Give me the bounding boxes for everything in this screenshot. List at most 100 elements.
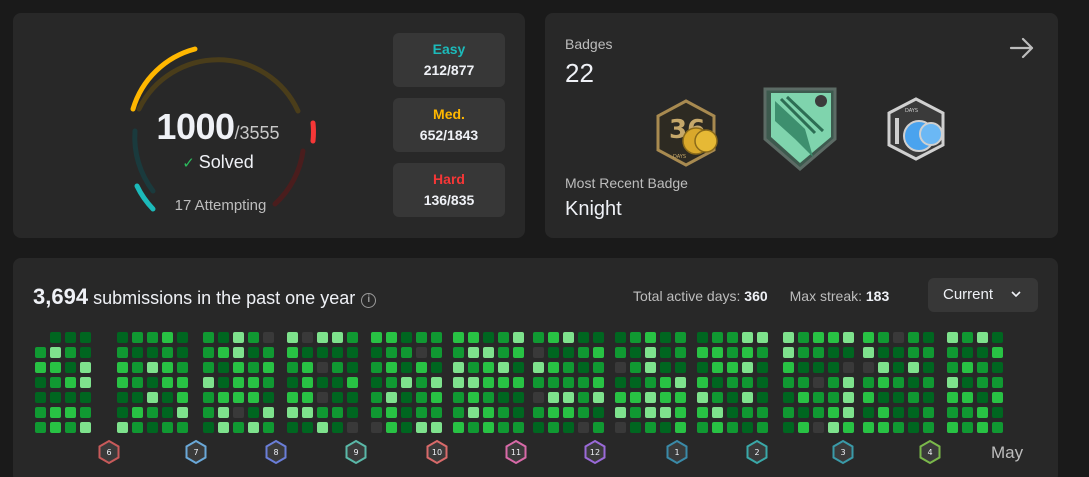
- heatmap-day[interactable]: [203, 362, 214, 373]
- heatmap-day[interactable]: [302, 392, 313, 403]
- heatmap-day[interactable]: [533, 407, 544, 418]
- heatmap-day[interactable]: [147, 407, 158, 418]
- heatmap-day[interactable]: [248, 377, 259, 388]
- heatmap-day[interactable]: [371, 332, 382, 343]
- heatmap-day[interactable]: [453, 362, 464, 373]
- heatmap-day[interactable]: [263, 377, 274, 388]
- heatmap-day[interactable]: [453, 347, 464, 358]
- heatmap-day[interactable]: [742, 392, 753, 403]
- heatmap-day[interactable]: [50, 347, 61, 358]
- heatmap-day[interactable]: [843, 407, 854, 418]
- heatmap-day[interactable]: [453, 422, 464, 433]
- heatmap-day[interactable]: [50, 362, 61, 373]
- heatmap-day[interactable]: [615, 407, 626, 418]
- heatmap-day[interactable]: [263, 332, 274, 343]
- heatmap-day[interactable]: [660, 377, 671, 388]
- heatmap-day[interactable]: [798, 377, 809, 388]
- heatmap-day[interactable]: [65, 332, 76, 343]
- heatmap-day[interactable]: [630, 392, 641, 403]
- heatmap-day[interactable]: [593, 362, 604, 373]
- heatmap-day[interactable]: [287, 377, 298, 388]
- heatmap-day[interactable]: [697, 407, 708, 418]
- heatmap-day[interactable]: [742, 362, 753, 373]
- hard-stat[interactable]: Hard 136/835: [393, 163, 505, 217]
- heatmap-day[interactable]: [828, 392, 839, 403]
- heatmap-day[interactable]: [513, 332, 524, 343]
- heatmap-day[interactable]: [416, 347, 427, 358]
- heatmap-day[interactable]: [828, 407, 839, 418]
- heatmap-day[interactable]: [468, 377, 479, 388]
- heatmap-day[interactable]: [563, 392, 574, 403]
- heatmap-day[interactable]: [660, 347, 671, 358]
- heatmap-day[interactable]: [80, 332, 91, 343]
- heatmap-day[interactable]: [431, 377, 442, 388]
- heatmap-day[interactable]: [908, 332, 919, 343]
- heatmap-day[interactable]: [302, 422, 313, 433]
- heatmap-day[interactable]: [147, 422, 158, 433]
- heatmap-day[interactable]: [660, 422, 671, 433]
- heatmap-day[interactable]: [533, 362, 544, 373]
- heatmap-day[interactable]: [483, 362, 494, 373]
- heatmap-day[interactable]: [177, 377, 188, 388]
- heatmap-day[interactable]: [35, 362, 46, 373]
- heatmap-day[interactable]: [675, 392, 686, 403]
- heatmap-day[interactable]: [828, 332, 839, 343]
- heatmap-day[interactable]: [947, 422, 958, 433]
- heatmap-day[interactable]: [992, 362, 1003, 373]
- heatmap-day[interactable]: [962, 377, 973, 388]
- heatmap-day[interactable]: [645, 422, 656, 433]
- heatmap-day[interactable]: [533, 422, 544, 433]
- heatmap-day[interactable]: [947, 377, 958, 388]
- heatmap-day[interactable]: [727, 407, 738, 418]
- heatmap-day[interactable]: [203, 422, 214, 433]
- heatmap-day[interactable]: [593, 422, 604, 433]
- heatmap-day[interactable]: [65, 392, 76, 403]
- heatmap-day[interactable]: [218, 422, 229, 433]
- heatmap-day[interactable]: [287, 422, 298, 433]
- heatmap-day[interactable]: [757, 407, 768, 418]
- heatmap-day[interactable]: [962, 422, 973, 433]
- heatmap-day[interactable]: [675, 377, 686, 388]
- heatmap-day[interactable]: [908, 377, 919, 388]
- heatmap-day[interactable]: [863, 407, 874, 418]
- heatmap-day[interactable]: [498, 347, 509, 358]
- heatmap-day[interactable]: [218, 392, 229, 403]
- heatmap-day[interactable]: [697, 332, 708, 343]
- heatmap-day[interactable]: [977, 332, 988, 343]
- heatmap-day[interactable]: [908, 407, 919, 418]
- heatmap-day[interactable]: [483, 407, 494, 418]
- heatmap-day[interactable]: [332, 332, 343, 343]
- heatmap-day[interactable]: [317, 332, 328, 343]
- heatmap-day[interactable]: [287, 347, 298, 358]
- heatmap-day[interactable]: [416, 422, 427, 433]
- heatmap-day[interactable]: [386, 347, 397, 358]
- heatmap-day[interactable]: [401, 362, 412, 373]
- heatmap-day[interactable]: [35, 407, 46, 418]
- heatmap-day[interactable]: [416, 362, 427, 373]
- heatmap-day[interactable]: [203, 392, 214, 403]
- heatmap-day[interactable]: [386, 377, 397, 388]
- heatmap-day[interactable]: [645, 332, 656, 343]
- heatmap-day[interactable]: [177, 422, 188, 433]
- heatmap-day[interactable]: [401, 392, 412, 403]
- heatmap-day[interactable]: [675, 362, 686, 373]
- heatmap-day[interactable]: [742, 422, 753, 433]
- heatmap-day[interactable]: [548, 347, 559, 358]
- heatmap-day[interactable]: [50, 332, 61, 343]
- heatmap-day[interactable]: [302, 347, 313, 358]
- heatmap-day[interactable]: [203, 407, 214, 418]
- heatmap-day[interactable]: [843, 422, 854, 433]
- heatmap-day[interactable]: [813, 332, 824, 343]
- heatmap-day[interactable]: [50, 377, 61, 388]
- heatmap-day[interactable]: [177, 332, 188, 343]
- heatmap-day[interactable]: [80, 347, 91, 358]
- heatmap-day[interactable]: [548, 362, 559, 373]
- heatmap-day[interactable]: [923, 407, 934, 418]
- heatmap-day[interactable]: [431, 362, 442, 373]
- heatmap-day[interactable]: [660, 332, 671, 343]
- heatmap-day[interactable]: [893, 407, 904, 418]
- heatmap-day[interactable]: [317, 422, 328, 433]
- heatmap-day[interactable]: [863, 347, 874, 358]
- heatmap-day[interactable]: [513, 347, 524, 358]
- heatmap-day[interactable]: [371, 362, 382, 373]
